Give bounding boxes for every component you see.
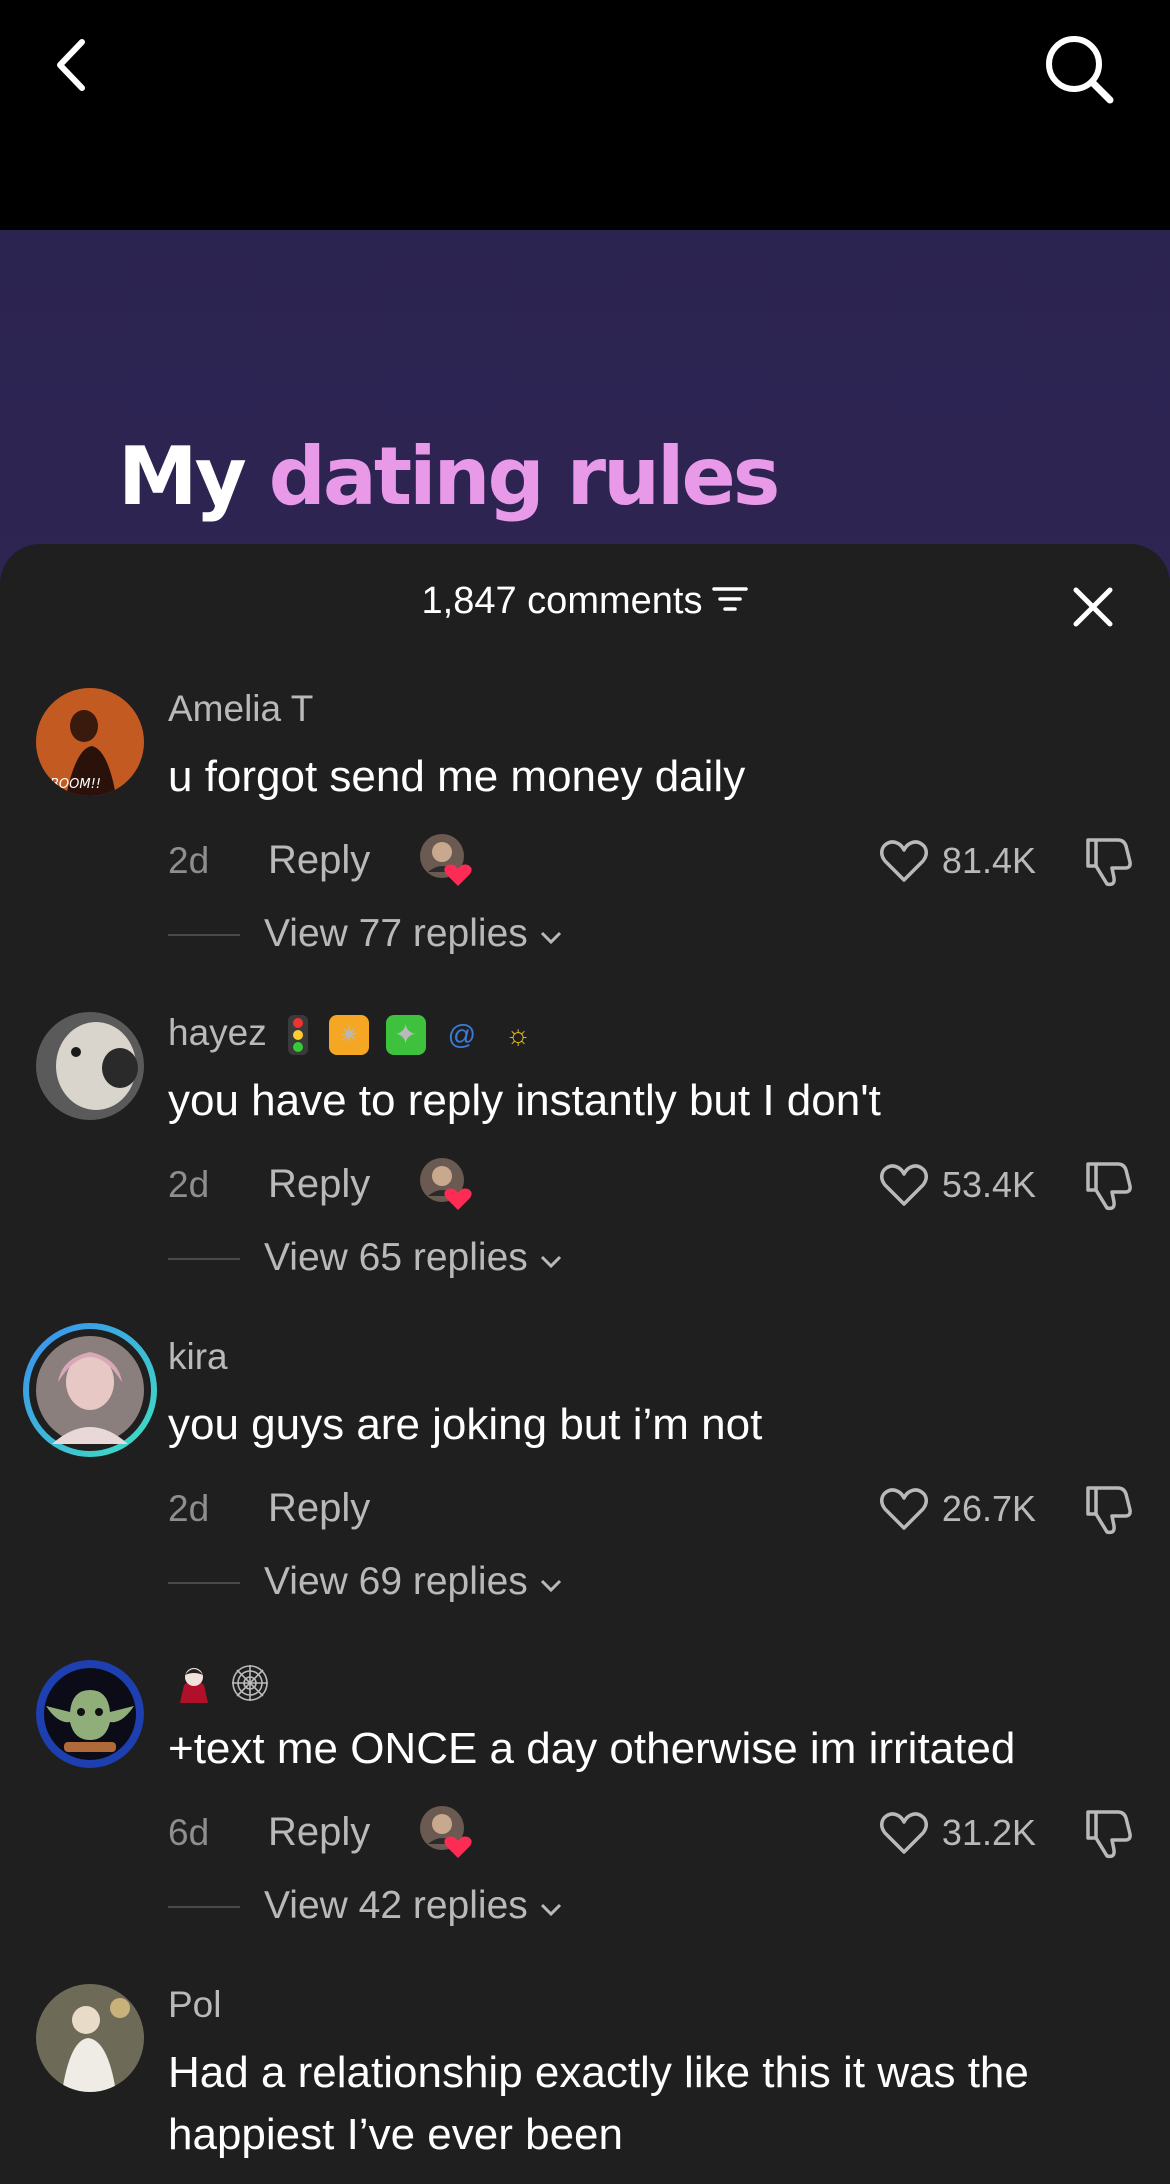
creator-liked-icon xyxy=(418,1156,474,1212)
like-button[interactable]: 26.7K xyxy=(878,1484,1036,1534)
comment-username[interactable]: Pol xyxy=(168,1984,221,2026)
avatar[interactable] xyxy=(36,1984,144,2092)
divider xyxy=(168,1582,240,1584)
sun-icon: ☼ xyxy=(505,1019,531,1051)
comment-text: Had a relationship exactly like this it … xyxy=(168,2048,1029,2159)
vampire-icon xyxy=(174,1663,214,1704)
chevron-down-icon xyxy=(540,1255,561,1269)
heart-icon xyxy=(879,1812,928,1854)
like-count: 53.4K xyxy=(941,1164,1036,1205)
creator-liked-icon xyxy=(418,1804,474,1860)
video-preview[interactable]: My dating rules xyxy=(0,230,1170,590)
back-button[interactable] xyxy=(40,30,110,100)
divider xyxy=(168,1258,240,1260)
video-title-word2: dating rules xyxy=(268,430,781,523)
comments-count[interactable]: 1,847 comments xyxy=(0,580,1170,624)
avatar[interactable] xyxy=(36,1012,144,1120)
avatar[interactable]: BOOM!! xyxy=(36,688,144,796)
comment-actions: 2d Reply 81.4K xyxy=(168,832,1132,892)
view-replies-button[interactable]: View 65 replies xyxy=(168,1232,768,1282)
like-count: 26.7K xyxy=(941,1488,1036,1529)
comment-text: you guys are joking but i’m not xyxy=(168,1400,763,1449)
comment-text: +text me ONCE a day otherwise im irritat… xyxy=(168,1724,1016,1773)
heart-icon xyxy=(879,1488,928,1530)
like-button[interactable]: 31.2K xyxy=(878,1808,1036,1858)
spider-web-icon xyxy=(230,1663,270,1703)
cyclone-icon: @ xyxy=(447,1019,477,1051)
comment-actions: 2d Reply 53.4K xyxy=(168,1156,1132,1216)
video-title: My dating rules xyxy=(118,430,781,523)
like-count: 81.4K xyxy=(941,840,1036,881)
comments-count-label: 1,847 comments xyxy=(421,580,703,622)
view-replies-label: View 42 replies xyxy=(264,1884,563,1928)
reply-button[interactable]: Reply xyxy=(268,1162,370,1207)
thumbs-down-icon xyxy=(1086,838,1132,887)
comment-username[interactable]: hayez ✴ ✦ @ ☼ xyxy=(168,1012,538,1056)
thumbs-down-icon xyxy=(1086,1486,1132,1535)
divider xyxy=(168,1906,240,1908)
comment-date: 2d xyxy=(168,1488,210,1529)
view-replies-label: View 65 replies xyxy=(264,1236,563,1280)
filter-icon[interactable] xyxy=(712,581,749,624)
view-replies-button[interactable]: View 69 replies xyxy=(168,1556,768,1606)
dislike-button[interactable] xyxy=(1080,834,1136,890)
dislike-button[interactable] xyxy=(1080,1482,1136,1538)
search-button[interactable] xyxy=(1040,30,1120,110)
comments-sheet: 1,847 comments BOOM!! Amelia T u forgot … xyxy=(0,544,1170,2184)
video-title-word1: My xyxy=(118,430,247,523)
avatar[interactable] xyxy=(22,1322,158,1458)
sparkle-icon: ✦ xyxy=(385,1015,426,1056)
view-replies-label: View 77 replies xyxy=(264,912,563,956)
comment-username[interactable]: kira xyxy=(168,1336,228,1378)
comment-date: 6d xyxy=(168,1812,210,1853)
close-button[interactable] xyxy=(1068,582,1118,632)
chevron-down-icon xyxy=(540,1579,561,1593)
reply-button[interactable]: Reply xyxy=(268,1810,370,1855)
divider xyxy=(168,934,240,936)
chevron-down-icon xyxy=(540,1903,561,1917)
comment-actions: 6d Reply 31.2K xyxy=(168,1804,1132,1864)
creator-liked-icon xyxy=(418,832,474,888)
traffic-light-icon xyxy=(283,1015,313,1056)
close-icon xyxy=(1073,587,1113,627)
search-icon xyxy=(1046,36,1114,104)
view-replies-button[interactable]: View 77 replies xyxy=(168,908,768,958)
comment-username[interactable]: Amelia T xyxy=(168,688,313,730)
comment-date: 2d xyxy=(168,1164,210,1205)
like-count: 31.2K xyxy=(941,1812,1036,1853)
comment-actions: 2d Reply 26.7K xyxy=(168,1480,1132,1540)
eight-pointed-star-icon: ✴ xyxy=(329,1015,370,1056)
comment-date: 2d xyxy=(168,840,210,881)
chevron-down-icon xyxy=(540,931,561,945)
comment-text: you have to reply instantly but I don't xyxy=(168,1076,881,1125)
thumbs-down-icon xyxy=(1086,1810,1132,1859)
comment-username[interactable] xyxy=(168,1660,270,1704)
avatar[interactable] xyxy=(36,1660,144,1768)
view-replies-button[interactable]: View 42 replies xyxy=(168,1880,768,1930)
like-button[interactable]: 81.4K xyxy=(878,836,1036,886)
heart-icon xyxy=(879,840,928,882)
view-replies-label: View 69 replies xyxy=(264,1560,563,1604)
top-bar xyxy=(0,0,1170,230)
sheet-header: 1,847 comments xyxy=(0,544,1170,664)
reply-button[interactable]: Reply xyxy=(268,838,370,883)
svg-text:BOOM!!: BOOM!! xyxy=(50,777,101,792)
thumbs-down-icon xyxy=(1086,1162,1132,1211)
like-button[interactable]: 53.4K xyxy=(878,1160,1036,1210)
dislike-button[interactable] xyxy=(1080,1806,1136,1862)
heart-icon xyxy=(879,1164,928,1206)
chevron-left-icon xyxy=(57,39,85,91)
comment-text: u forgot send me money daily xyxy=(168,752,746,801)
dislike-button[interactable] xyxy=(1080,1158,1136,1214)
reply-button[interactable]: Reply xyxy=(268,1486,370,1531)
